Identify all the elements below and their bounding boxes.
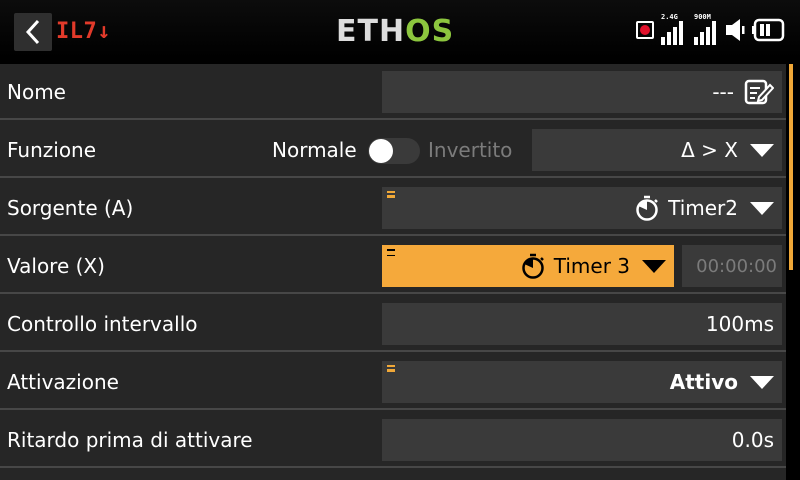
chevron-down-icon <box>750 201 774 215</box>
chevron-down-icon <box>642 259 666 273</box>
menu-corner-icon <box>387 249 395 256</box>
menu-corner-icon <box>387 365 395 372</box>
sorgente-label: Sorgente (A) <box>7 196 134 220</box>
row-attivazione: Attivazione Attivo <box>0 354 786 410</box>
funzione-value: Δ > X <box>681 138 738 162</box>
timer-icon <box>636 195 658 221</box>
funzione-label: Funzione <box>7 138 97 162</box>
chevron-left-icon <box>25 19 40 45</box>
menu-corner-icon <box>387 191 395 198</box>
row-valore: Valore (X) Timer 3 00:00:00 <box>0 238 786 294</box>
chevron-down-icon <box>750 375 774 389</box>
ritardo-value: 0.0s <box>731 428 774 452</box>
edit-icon[interactable] <box>744 79 774 105</box>
logo-text-eth: ETH <box>336 14 406 49</box>
nome-value: --- <box>712 80 734 104</box>
sorgente-value: Timer2 <box>668 196 738 220</box>
valore-value: Timer 3 <box>553 254 630 278</box>
row-ritardo: Ritardo prima di attivare 0.0s <box>0 412 786 468</box>
rf-band-label: 900M <box>694 13 711 21</box>
logo-text-os: OS <box>405 14 455 49</box>
sorgente-dropdown[interactable]: Timer2 <box>382 187 782 229</box>
attivazione-label: Attivazione <box>7 370 119 394</box>
row-funzione: Funzione Normale Invertito Δ > X <box>0 122 786 178</box>
battery-icon <box>752 18 785 42</box>
nome-label: Nome <box>7 80 66 104</box>
model-name: IL7↓ <box>56 19 111 44</box>
intervallo-value: 100ms <box>705 312 774 336</box>
scrollbar[interactable] <box>789 64 793 270</box>
settings-list: Nome --- Funzione Normale Invertito Δ > … <box>0 64 786 480</box>
ritardo-field[interactable]: 0.0s <box>382 419 782 461</box>
ritardo-label: Ritardo prima di attivare <box>7 428 253 452</box>
valore-time: 00:00:00 <box>696 255 777 277</box>
back-button[interactable] <box>14 13 52 51</box>
rf-signal-icon: 2.4G <box>659 13 687 47</box>
option-normale[interactable]: Normale <box>272 122 357 178</box>
timer-icon <box>522 253 544 279</box>
header-bar: IL7↓ ETH OS 2.4G 900M <box>0 0 800 58</box>
record-icon[interactable] <box>636 21 654 39</box>
rf-signal-icon-900: 900M <box>692 13 720 47</box>
intervallo-label: Controllo intervallo <box>7 312 198 336</box>
nome-field[interactable]: --- <box>382 71 782 113</box>
speaker-icon[interactable] <box>725 17 747 43</box>
attivazione-value: Attivo <box>669 370 738 394</box>
valore-time-field[interactable]: 00:00:00 <box>682 245 782 287</box>
row-sorgente: Sorgente (A) Timer2 <box>0 180 786 236</box>
valore-dropdown[interactable]: Timer 3 <box>382 245 674 287</box>
ethos-logo: ETH OS <box>336 17 454 47</box>
attivazione-dropdown[interactable]: Attivo <box>382 361 782 403</box>
chevron-down-icon <box>750 143 774 157</box>
invert-toggle[interactable] <box>368 138 420 164</box>
rf-band-label: 2.4G <box>661 13 678 21</box>
status-icons: 2.4G 900M <box>636 12 786 48</box>
intervallo-field[interactable]: 100ms <box>382 303 782 345</box>
valore-label: Valore (X) <box>7 254 105 278</box>
row-nome: Nome --- <box>0 64 786 120</box>
funzione-dropdown[interactable]: Δ > X <box>532 129 782 171</box>
row-intervallo: Controllo intervallo 100ms <box>0 296 786 352</box>
option-invertito[interactable]: Invertito <box>428 122 512 178</box>
